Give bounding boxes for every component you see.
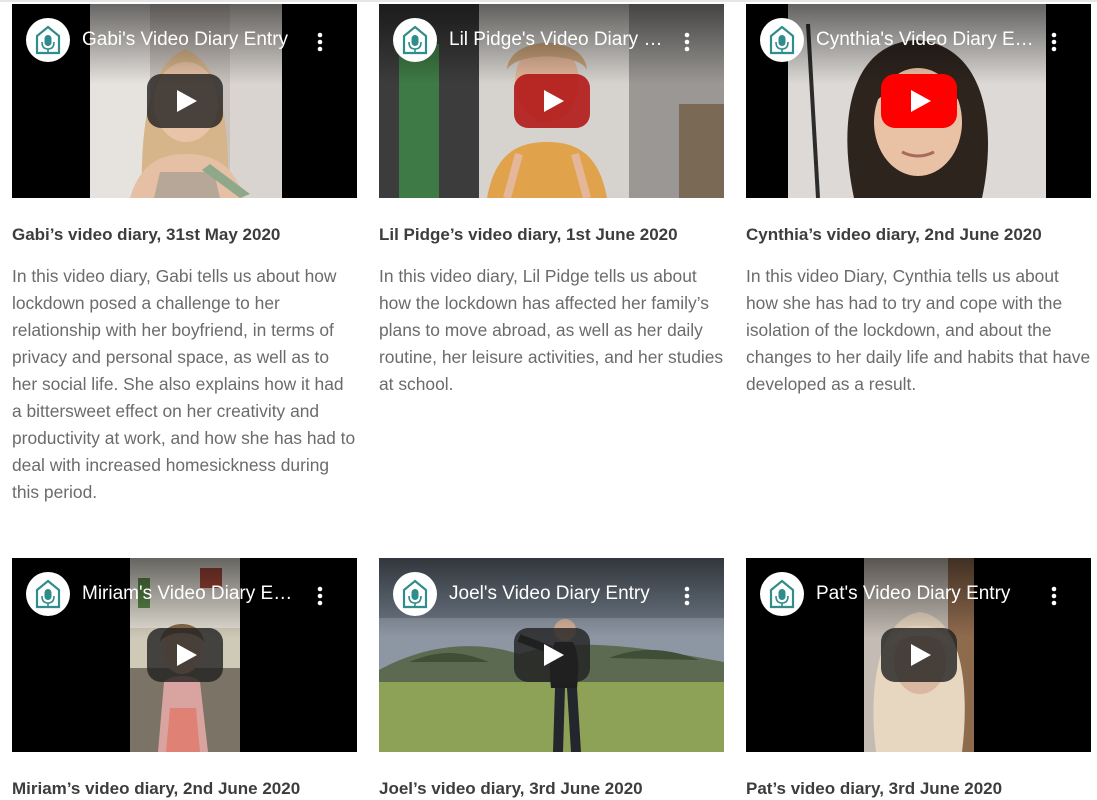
video-title[interactable]: Miriam's Video Diary Entry	[82, 582, 302, 606]
card-title: Cynthia’s video diary, 2nd June 2020	[746, 225, 1042, 244]
video-player-pat[interactable]: Pat's Video Diary Entry	[746, 558, 1091, 752]
card-description: In this video Diary, Cynthia tells us ab…	[746, 266, 1091, 394]
video-card-cynthia: Cynthia's Video Diary Entry Cynthia’s vi…	[746, 4, 1091, 398]
more-vert-icon[interactable]	[680, 30, 694, 54]
card-description: In this video diary, Lil Pidge tells us …	[379, 266, 724, 394]
more-vert-icon[interactable]	[313, 584, 327, 608]
more-vert-icon[interactable]	[680, 584, 694, 608]
video-player-joel[interactable]: Joel's Video Diary Entry	[379, 558, 724, 752]
video-title[interactable]: Cynthia's Video Diary Entry	[816, 28, 1036, 52]
play-button-icon[interactable]	[146, 628, 223, 682]
birdhouse-microphone-logo-icon[interactable]	[393, 572, 437, 616]
card-title: Lil Pidge’s video diary, 1st June 2020	[379, 225, 678, 244]
more-vert-icon[interactable]	[1047, 30, 1061, 54]
birdhouse-microphone-logo-icon[interactable]	[760, 18, 804, 62]
video-player-lil-pidge[interactable]: Lil Pidge's Video Diary Entry	[379, 4, 724, 198]
play-button-icon[interactable]	[513, 74, 590, 128]
video-card-gabi: Gabi's Video Diary Entry Gabi’s video di…	[12, 4, 357, 506]
video-player-cynthia[interactable]: Cynthia's Video Diary Entry	[746, 4, 1091, 198]
birdhouse-microphone-logo-icon[interactable]	[393, 18, 437, 62]
card-title: Miriam’s video diary, 2nd June 2020	[12, 779, 301, 798]
video-title[interactable]: Lil Pidge's Video Diary Entry	[449, 28, 669, 52]
video-card-pat: Pat's Video Diary Entry Pat’s video diar…	[746, 558, 1091, 800]
video-title[interactable]: Pat's Video Diary Entry	[816, 582, 1036, 606]
more-vert-icon[interactable]	[1047, 584, 1061, 608]
card-title: Pat’s video diary, 3rd June 2020	[746, 779, 1003, 798]
video-player-gabi[interactable]: Gabi's Video Diary Entry	[12, 4, 357, 198]
play-button-icon[interactable]	[513, 628, 590, 682]
video-title[interactable]: Gabi's Video Diary Entry	[82, 28, 302, 52]
more-vert-icon[interactable]	[313, 30, 327, 54]
card-description: In this video diary, Gabi tells us about…	[12, 266, 356, 502]
birdhouse-microphone-logo-icon[interactable]	[26, 572, 70, 616]
birdhouse-microphone-logo-icon[interactable]	[760, 572, 804, 616]
play-button-icon[interactable]	[880, 628, 957, 682]
video-title[interactable]: Joel's Video Diary Entry	[449, 582, 669, 606]
birdhouse-microphone-logo-icon[interactable]	[26, 18, 70, 62]
video-card-joel: Joel's Video Diary Entry Joel’s video di…	[379, 558, 724, 800]
card-title: Gabi’s video diary, 31st May 2020	[12, 225, 281, 244]
video-card-lil-pidge: Lil Pidge's Video Diary Entry Lil Pidge’…	[379, 4, 724, 398]
play-button-icon[interactable]	[146, 74, 223, 128]
video-diary-grid: Gabi's Video Diary Entry Gabi’s video di…	[0, 0, 1097, 799]
play-button-icon[interactable]	[880, 74, 957, 128]
video-card-miriam: Miriam's Video Diary Entry Miriam’s vide…	[12, 558, 357, 800]
video-player-miriam[interactable]: Miriam's Video Diary Entry	[12, 558, 357, 752]
card-title: Joel’s video diary, 3rd June 2020	[379, 779, 643, 798]
